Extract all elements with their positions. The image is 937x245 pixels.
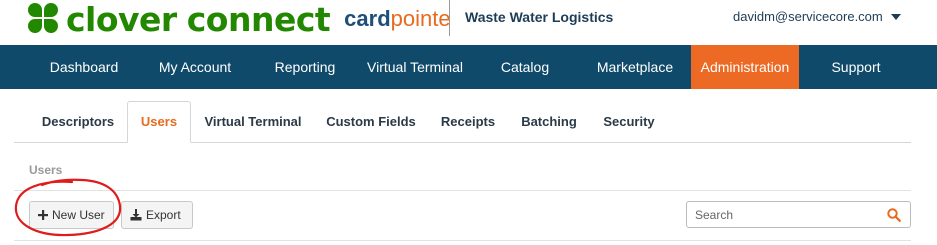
main-nav: Dashboard My Account Reporting Virtual T… [0,45,937,89]
search-icon[interactable] [887,208,901,227]
user-menu[interactable]: davidm@servicecore.com [733,9,901,24]
nav-item-support[interactable]: Support [814,45,898,89]
tab-users[interactable]: Users [127,101,191,143]
header-divider [449,0,450,36]
tab-batching[interactable]: Batching [513,101,585,143]
clover-logo-icon [28,3,60,35]
brand-pointe-text: pointe [390,6,451,31]
download-icon [130,209,142,221]
nav-item-virtual-terminal[interactable]: Virtual Terminal [355,45,475,89]
user-email: davidm@servicecore.com [733,9,883,24]
nav-item-my-account[interactable]: My Account [146,45,244,89]
tab-descriptors[interactable]: Descriptors [33,101,123,143]
brand-clover-text: clover [66,0,177,39]
nav-item-dashboard[interactable]: Dashboard [36,45,132,89]
toolbar-divider [14,240,911,241]
search-input[interactable] [695,206,875,224]
brand-connect-text: connect [186,0,331,39]
merchant-name: Waste Water Logistics [465,9,614,25]
section-title: Users [29,163,63,177]
tab-custom-fields[interactable]: Custom Fields [321,101,421,143]
nav-item-administration[interactable]: Administration [691,45,799,89]
tab-security[interactable]: Security [595,101,663,143]
chevron-down-icon [890,14,901,20]
clover-connect-logo[interactable]: clover connect card pointe [28,0,451,38]
app-header: clover connect card pointe Waste Water Lo… [0,0,937,45]
export-button[interactable]: Export [121,201,193,229]
nav-item-reporting[interactable]: Reporting [262,45,348,89]
search-box [686,201,911,228]
nav-item-catalog[interactable]: Catalog [489,45,561,89]
export-label: Export [146,208,181,222]
nav-item-marketplace[interactable]: Marketplace [585,45,685,89]
tab-virtual-terminal[interactable]: Virtual Terminal [196,101,310,143]
section-divider [14,190,911,191]
tab-receipts[interactable]: Receipts [432,101,504,143]
red-circle-annotation [14,178,122,237]
brand-card-text: card [344,6,391,31]
